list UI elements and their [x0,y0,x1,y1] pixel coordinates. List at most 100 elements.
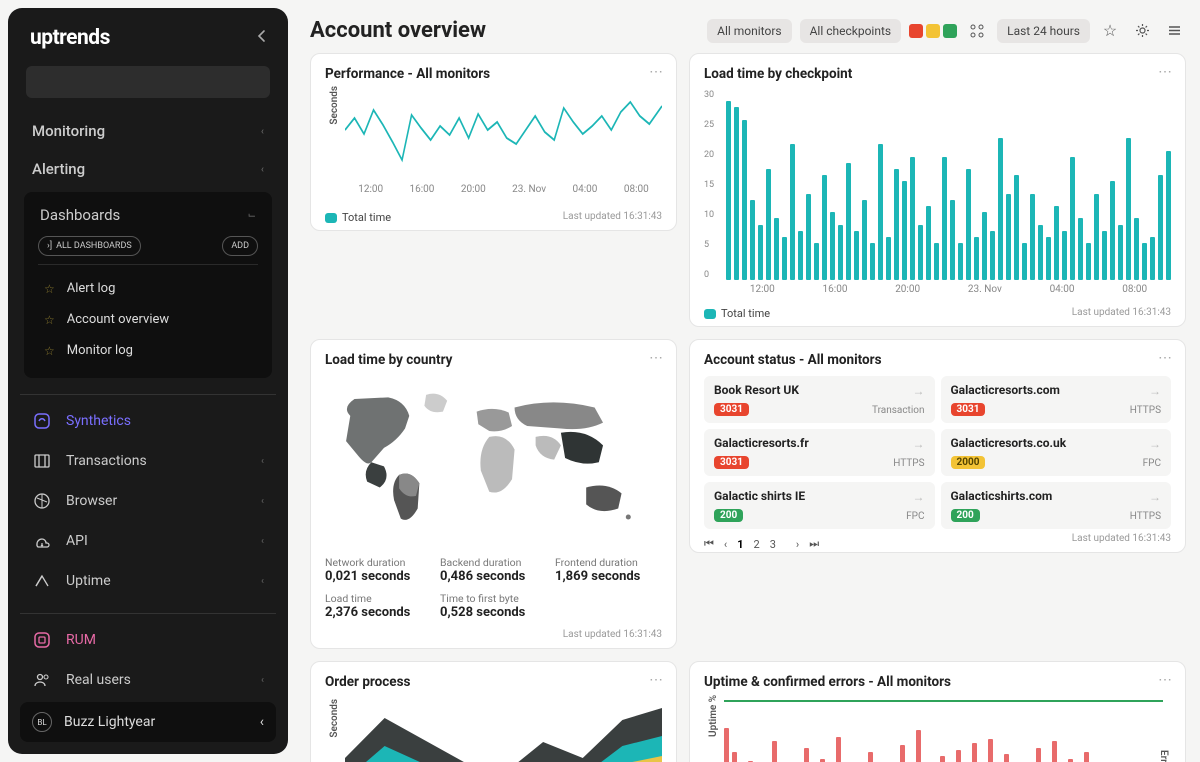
nav-label: Transactions [66,453,147,469]
status-tile[interactable]: Book Resort UK→3031Transaction [704,376,935,423]
x-tick: 04:00 [1050,284,1075,295]
card-menu-button[interactable]: ⋯ [1158,350,1173,366]
card-menu-button[interactable]: ⋯ [1158,672,1173,688]
chevron-left-icon: ‹ [261,536,264,547]
chevron-left-icon: ‹ [261,675,264,686]
bar [846,163,851,280]
nav-api[interactable]: API ‹ [20,521,276,561]
search-input[interactable] [26,66,270,98]
status-tile[interactable]: Galacticresorts.com→3031HTTPS [941,376,1172,423]
menu-button[interactable] [1162,19,1186,43]
nav-synthetics[interactable]: Synthetics [20,401,276,441]
status-type: HTTPS [1130,511,1161,522]
bar [806,194,811,280]
avatar: BL [32,712,52,732]
status-tile[interactable]: Galacticshirts.com→200HTTPS [941,482,1172,529]
bar [1004,754,1009,762]
arrow-right-icon: → [1149,437,1161,451]
nav-real-users[interactable]: Real users ‹ [20,660,276,700]
stat: Time to first byte0,528 seconds [440,592,547,620]
x-tick: 23. Nov [968,284,1002,295]
status-tile[interactable]: Galactic shirts IE→200FPC [704,482,935,529]
sidebar-item-label: Alert log [67,281,116,296]
y-axis-label-right: Errors [1158,750,1169,762]
nav-browser[interactable]: Browser ‹ [20,481,276,521]
page-number[interactable]: 1 [737,538,743,551]
card-order: Order process ⋯ Seconds 12:0016:0020:002… [310,661,677,762]
card-menu-button[interactable]: ⋯ [649,672,664,688]
page-number[interactable]: 3 [770,538,776,551]
page-next-button[interactable]: › [796,538,799,551]
nav-label: RUM [66,632,96,648]
card-title: Load time by checkpoint [704,66,1171,82]
world-map [325,368,662,548]
legend-swatch-icon [325,213,337,223]
page-number[interactable]: 2 [754,538,760,551]
card-menu-button[interactable]: ⋯ [649,350,664,366]
stat: Network duration0,021 seconds [325,556,432,584]
filter-checkpoints[interactable]: All checkpoints [800,19,902,43]
add-dashboard-button[interactable]: ADD [222,236,258,256]
status-filter[interactable] [909,24,957,38]
status-tile[interactable]: Galacticresorts.fr→3031HTTPS [704,429,935,476]
bar [724,728,729,762]
page-last-button[interactable]: ⏭ [809,537,819,551]
bar [1126,138,1131,280]
status-tile[interactable]: Galacticresorts.co.uk→2000FPC [941,429,1172,476]
nav-transactions[interactable]: Transactions ‹ [20,441,276,481]
user-menu[interactable]: BL Buzz Lightyear ‹ [20,702,276,742]
status-name: Galactic shirts IE [714,489,925,503]
x-tick: 23. Nov [512,184,546,195]
bar [1158,175,1163,280]
x-tick: 20:00 [895,284,920,295]
layout-button[interactable] [965,19,989,43]
bar [862,200,867,280]
nav-uptime[interactable]: Uptime ‹ [20,561,276,601]
bar [1150,237,1155,280]
bar [1046,237,1051,280]
arrow-right-icon: → [913,384,925,398]
card-menu-button[interactable]: ⋯ [649,64,664,80]
bar [1102,231,1107,280]
chevron-left-icon: ‹ [261,126,264,137]
chevron-left-icon: ‹ [261,496,264,507]
page-first-button[interactable]: ⏮ [704,537,714,551]
error-bars [724,698,1163,762]
arrow-right-icon: → [1149,384,1161,398]
sidebar-item-account-overview[interactable]: ☆ Account overview [32,304,264,335]
stat: Backend duration0,486 seconds [440,556,547,584]
filter-monitors[interactable]: All monitors [707,19,791,43]
bar [972,743,977,762]
menu-dashboards[interactable]: Dashboards ⌙ [32,202,264,228]
card-title: Performance - All monitors [325,66,662,82]
nav-rum[interactable]: RUM [20,620,276,660]
users-icon [32,670,52,690]
menu-alerting[interactable]: Alerting ‹ [20,150,276,188]
status-type: HTTPS [893,458,924,469]
y-axis-label: Seconds [329,699,340,738]
bar [1078,218,1083,280]
card-menu-button[interactable]: ⋯ [1158,64,1173,80]
sidebar-item-alert-log[interactable]: ☆ Alert log [32,273,264,304]
favorite-button[interactable]: ☆ [1098,19,1122,43]
status-badge: 3031 [714,403,749,416]
logo: uptrends [30,26,110,50]
last-updated: Last updated 16:31:43 [1072,533,1171,544]
bar [1084,752,1089,762]
all-dashboards-pill[interactable]: ›] ALL DASHBOARDS [38,236,141,256]
status-type: Transaction [872,405,925,416]
page-prev-button[interactable]: ‹ [724,538,727,551]
status-name: Galacticresorts.com [951,383,1162,397]
bar [918,225,923,281]
status-type: HTTPS [1130,405,1161,416]
settings-button[interactable] [1130,19,1154,43]
sidebar-item-monitor-log[interactable]: ☆ Monitor log [32,335,264,366]
sidebar-collapse-button[interactable] [254,28,270,48]
filter-timerange[interactable]: Last 24 hours [997,19,1090,43]
status-yellow-icon [926,24,940,38]
bar [798,231,803,280]
bar [750,200,755,280]
menu-monitoring[interactable]: Monitoring ‹ [20,112,276,150]
status-badge: 3031 [714,456,749,469]
card-title: Account status - All monitors [704,352,1171,368]
